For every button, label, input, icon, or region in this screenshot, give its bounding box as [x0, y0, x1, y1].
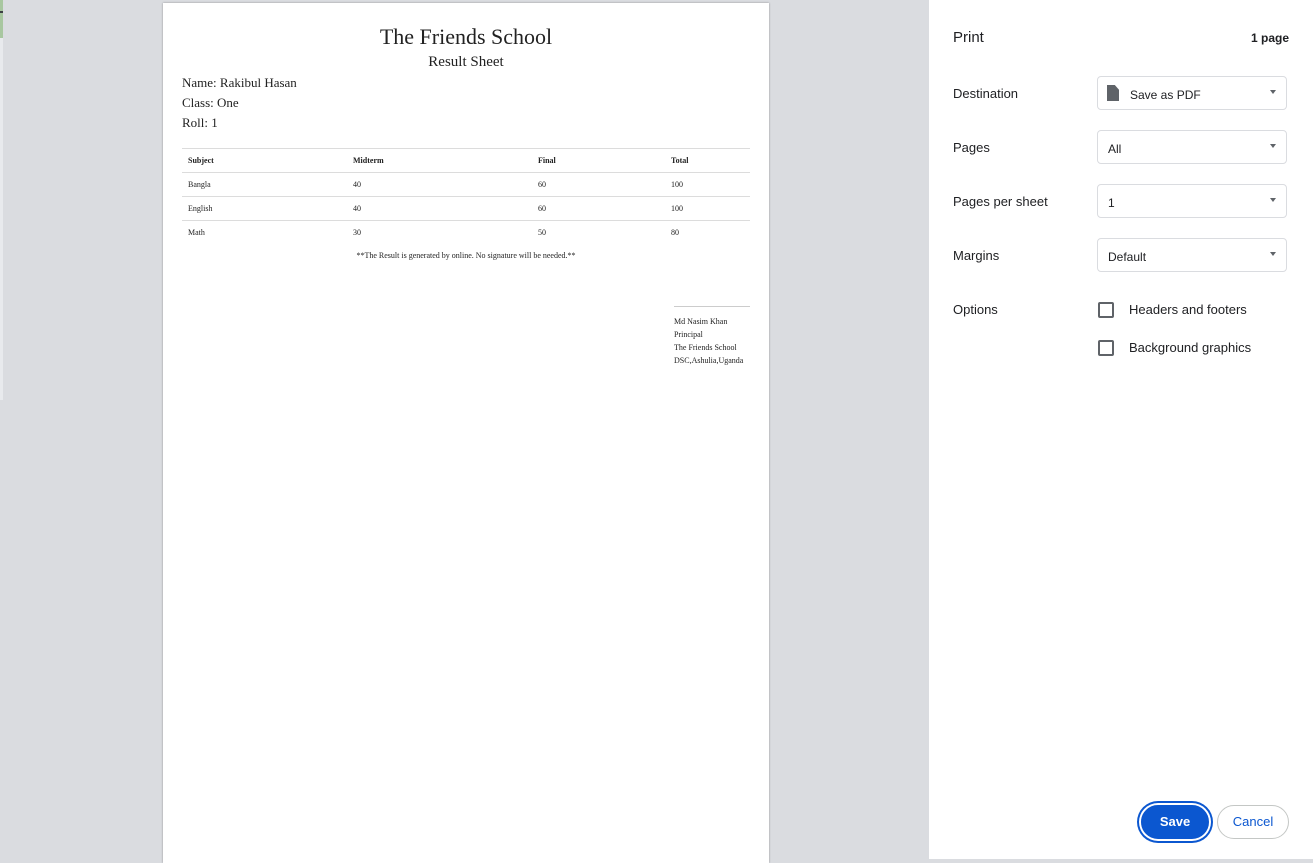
table-row: Bangla 40 60 100	[182, 173, 750, 197]
cell-midterm: 40	[347, 173, 532, 197]
background-graphics-label[interactable]: Background graphics	[1129, 340, 1251, 355]
cell-midterm: 40	[347, 197, 532, 221]
cell-final: 60	[532, 173, 665, 197]
table-row: English 40 60 100	[182, 197, 750, 221]
table-row: Math 30 50 80	[182, 221, 750, 245]
preview-page: The Friends School Result Sheet Name: Ra…	[163, 3, 769, 863]
student-name: Name: Rakibul Hasan	[182, 75, 297, 91]
header-total: Total	[665, 149, 750, 173]
results-table: Subject Midterm Final Total Bangla 40 60…	[182, 148, 750, 244]
print-preview-area: The Friends School Result Sheet Name: Ra…	[0, 0, 929, 859]
chevron-down-icon	[1270, 144, 1276, 148]
school-name: The Friends School	[163, 24, 769, 50]
print-settings-panel: Print 1 page Destination Save as PDF Pag…	[929, 0, 1313, 859]
pages-per-sheet-label: Pages per sheet	[953, 194, 1048, 209]
margins-select[interactable]: Default	[1097, 238, 1287, 272]
cell-total: 100	[665, 197, 750, 221]
margins-label: Margins	[953, 248, 999, 263]
destination-value: Save as PDF	[1130, 88, 1201, 102]
signature-title: Principal	[674, 328, 750, 341]
chevron-down-icon	[1270, 198, 1276, 202]
destination-select[interactable]: Save as PDF	[1097, 76, 1287, 110]
pages-value: All	[1108, 142, 1121, 156]
margins-value: Default	[1108, 250, 1146, 264]
header-subject: Subject	[182, 149, 347, 173]
chevron-down-icon	[1270, 252, 1276, 256]
cancel-button[interactable]: Cancel	[1217, 805, 1289, 839]
signature-address: DSC,Ashulia,Uganda	[674, 354, 750, 367]
background-edge-strip	[0, 0, 3, 400]
table-header-row: Subject Midterm Final Total	[182, 149, 750, 173]
headers-footers-checkbox[interactable]	[1098, 302, 1114, 318]
cell-total: 80	[665, 221, 750, 245]
background-graphics-checkbox[interactable]	[1098, 340, 1114, 356]
pages-label: Pages	[953, 140, 990, 155]
result-note: **The Result is generated by online. No …	[163, 251, 769, 260]
cell-subject: Math	[182, 221, 347, 245]
student-class: Class: One	[182, 95, 239, 111]
cell-subject: English	[182, 197, 347, 221]
cell-midterm: 30	[347, 221, 532, 245]
headers-footers-label[interactable]: Headers and footers	[1129, 302, 1247, 317]
signature-school: The Friends School	[674, 341, 750, 354]
header-midterm: Midterm	[347, 149, 532, 173]
document-icon	[1107, 85, 1119, 101]
options-label: Options	[953, 302, 998, 317]
cell-final: 50	[532, 221, 665, 245]
student-roll: Roll: 1	[182, 115, 218, 131]
cell-final: 60	[532, 197, 665, 221]
signature-name: Md Nasim Khan	[674, 315, 750, 328]
cell-subject: Bangla	[182, 173, 347, 197]
pages-select[interactable]: All	[1097, 130, 1287, 164]
save-button[interactable]: Save	[1141, 805, 1209, 839]
chevron-down-icon	[1270, 90, 1276, 94]
cell-total: 100	[665, 173, 750, 197]
signature-block: Md Nasim Khan Principal The Friends Scho…	[674, 306, 750, 367]
destination-label: Destination	[953, 86, 1018, 101]
sheet-title: Result Sheet	[163, 54, 769, 71]
pages-per-sheet-value: 1	[1108, 196, 1115, 210]
page-count: 1 page	[1251, 31, 1289, 45]
header-final: Final	[532, 149, 665, 173]
print-title: Print	[953, 29, 984, 46]
pages-per-sheet-select[interactable]: 1	[1097, 184, 1287, 218]
